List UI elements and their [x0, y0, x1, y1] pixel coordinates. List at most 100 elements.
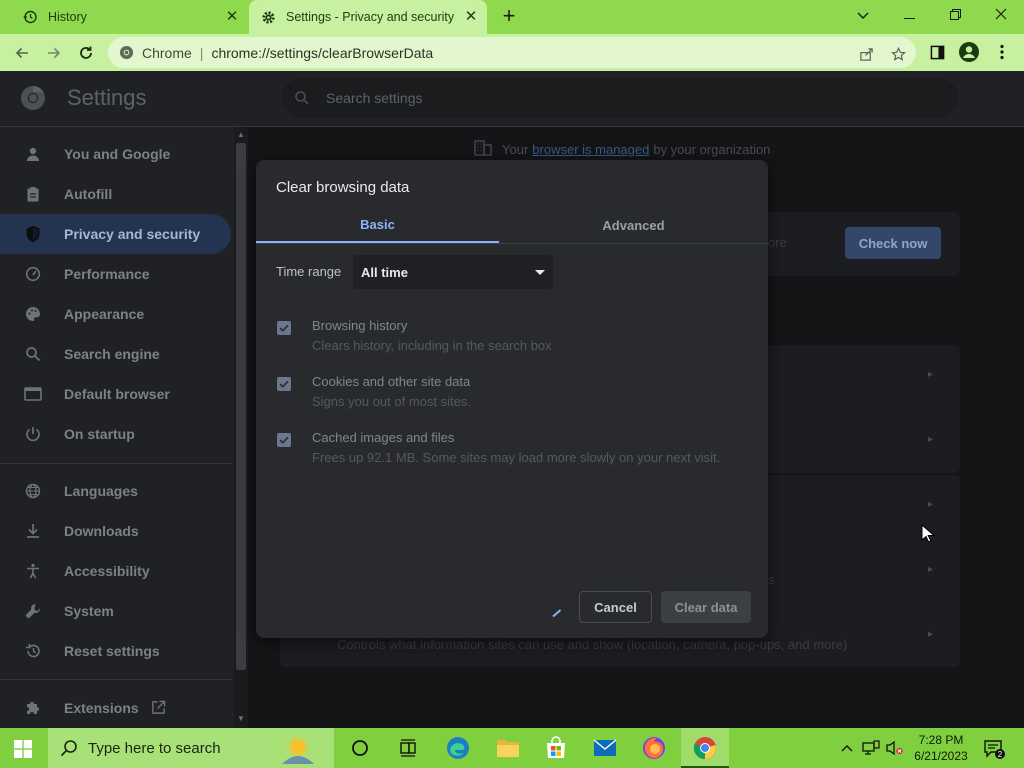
firefox-icon[interactable] [640, 734, 668, 762]
tray-chevron-up-icon[interactable] [838, 739, 856, 757]
menu-kebab-icon[interactable] [991, 41, 1013, 63]
taskbar-search-box[interactable]: Type here to search [48, 728, 334, 768]
sidebar-item-you-and-google[interactable]: You and Google [0, 134, 231, 174]
side-panel-icon[interactable] [926, 41, 948, 63]
option-cached-images[interactable]: Cached images and files Frees up 92.1 MB… [276, 430, 746, 470]
chrome-taskbar-icon[interactable] [691, 734, 719, 762]
mail-icon[interactable] [591, 734, 619, 762]
checkbox-checked-icon[interactable] [277, 321, 291, 335]
power-icon [24, 425, 42, 443]
safety-check-text-fragment: ore [768, 235, 787, 250]
building-icon [474, 140, 492, 159]
taskbar-search-placeholder: Type here to search [88, 740, 221, 757]
scroll-down-arrow-icon[interactable]: ▼ [234, 712, 248, 726]
sidebar-item-label: Default browser [64, 386, 170, 402]
cancel-button[interactable]: Cancel [579, 591, 652, 623]
chevron-right-icon[interactable]: ▸ [928, 499, 933, 510]
option-browsing-history[interactable]: Browsing history Clears history, includi… [276, 318, 746, 358]
option-cookies[interactable]: Cookies and other site data Signs you ou… [276, 374, 746, 414]
minimize-button[interactable] [897, 4, 921, 26]
globe-icon [24, 482, 42, 500]
sidebar-item-languages[interactable]: Languages [0, 471, 231, 511]
sidebar-item-autofill[interactable]: Autofill [0, 174, 231, 214]
download-icon [24, 522, 42, 540]
sidebar-divider [0, 463, 232, 464]
chevron-right-icon[interactable]: ▸ [928, 369, 933, 380]
option-title: Cached images and files [312, 430, 455, 445]
chevron-right-icon[interactable]: ▸ [928, 564, 933, 575]
sidebar-scrollbar-thumb[interactable] [236, 143, 246, 670]
tab-history[interactable]: History ✕ [8, 0, 248, 34]
new-tab-button[interactable]: + [498, 5, 520, 28]
sidebar-item-accessibility[interactable]: Accessibility [0, 551, 231, 591]
forward-button[interactable] [42, 41, 66, 65]
sidebar-item-on-startup[interactable]: On startup [0, 414, 231, 454]
settings-gear-icon [260, 9, 276, 25]
check-now-button[interactable]: Check now [845, 227, 941, 259]
weather-sun-icon[interactable] [280, 734, 316, 764]
time-range-select[interactable]: All time [353, 255, 553, 289]
chrome-site-icon [118, 45, 134, 61]
tab-title: Settings - Privacy and security [286, 10, 455, 24]
microsoft-store-icon[interactable] [542, 734, 570, 762]
notification-count: 2 [998, 750, 1003, 759]
url-text[interactable]: chrome://settings/clearBrowserData [211, 45, 433, 61]
tab-title: History [48, 10, 87, 24]
scroll-up-arrow-icon[interactable]: ▲ [234, 128, 248, 142]
volume-muted-icon[interactable] [886, 739, 904, 757]
reload-button[interactable] [74, 41, 98, 65]
tab-strip: History ✕ Settings - Privacy and securit… [0, 0, 1024, 34]
system-clock[interactable]: 7:28 PM 6/21/2023 [906, 732, 976, 764]
sidebar-item-downloads[interactable]: Downloads [0, 511, 231, 551]
clear-data-button[interactable]: Clear data [661, 591, 751, 623]
network-icon[interactable] [862, 739, 880, 757]
tab-search-chevron-icon[interactable] [851, 4, 875, 26]
accessibility-icon [24, 562, 42, 580]
sidebar-item-default-browser[interactable]: Default browser [0, 374, 231, 414]
sidebar-item-performance[interactable]: Performance [0, 254, 231, 294]
sidebar-item-label: Appearance [64, 306, 145, 322]
close-window-button[interactable] [989, 4, 1013, 26]
managed-link[interactable]: browser is managed [532, 142, 649, 157]
checkbox-checked-icon[interactable] [277, 377, 291, 391]
settings-search-input[interactable] [326, 90, 886, 106]
sidebar-item-label: Performance [64, 266, 150, 282]
sidebar-item-system[interactable]: System [0, 591, 231, 631]
sidebar-item-reset-settings[interactable]: Reset settings [0, 631, 231, 671]
sidebar-item-extensions[interactable]: Extensions [0, 688, 231, 728]
cortana-icon[interactable] [346, 734, 374, 762]
address-bar[interactable]: Chrome | chrome://settings/clearBrowserD… [108, 37, 916, 68]
sidebar-item-label: Accessibility [64, 563, 150, 579]
task-view-icon[interactable] [394, 734, 422, 762]
settings-sidebar: You and Google Autofill Privacy and secu… [0, 127, 248, 728]
edge-browser-icon[interactable] [444, 734, 472, 762]
tab-basic[interactable]: Basic [256, 208, 499, 243]
notification-center-icon[interactable]: 2 [983, 738, 1005, 760]
chevron-right-icon[interactable]: ▸ [928, 629, 933, 640]
file-explorer-icon[interactable] [494, 734, 522, 762]
managed-notice: Your browser is managed by your organiza… [474, 140, 770, 159]
sidebar-item-search-engine[interactable]: Search engine [0, 334, 231, 374]
sidebar-item-privacy-and-security[interactable]: Privacy and security [0, 214, 231, 254]
tab-settings[interactable]: Settings - Privacy and security ✕ [249, 0, 487, 34]
restore-button[interactable] [943, 4, 967, 26]
clear-browsing-data-dialog: Clear browsing data Basic Advanced Time … [256, 160, 768, 638]
browser-icon [24, 385, 42, 403]
share-icon[interactable] [856, 44, 876, 64]
bookmark-star-icon[interactable] [888, 44, 908, 64]
profile-avatar-icon[interactable] [958, 41, 980, 63]
chrome-logo-icon [21, 86, 45, 110]
back-button[interactable] [10, 41, 34, 65]
settings-search-box[interactable] [282, 78, 958, 118]
checkbox-checked-icon[interactable] [277, 433, 291, 447]
clipboard-icon [24, 185, 42, 203]
close-tab-icon[interactable]: ✕ [224, 9, 240, 25]
tab-advanced[interactable]: Advanced [512, 208, 755, 242]
chevron-right-icon[interactable]: ▸ [928, 434, 933, 445]
managed-suffix: by your organization [653, 142, 771, 157]
close-tab-icon[interactable]: ✕ [463, 9, 479, 25]
windows-start-icon[interactable] [14, 740, 32, 758]
permissions-description: Controls what information sites can use … [337, 637, 848, 652]
sidebar-item-appearance[interactable]: Appearance [0, 294, 231, 334]
time-range-value: All time [361, 264, 408, 280]
